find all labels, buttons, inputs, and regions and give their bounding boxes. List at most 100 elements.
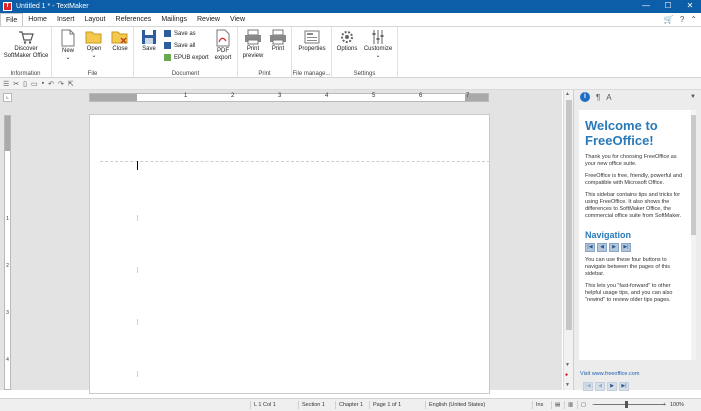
print-label: Print	[271, 46, 285, 52]
maximize-button[interactable]: ☐	[657, 0, 679, 13]
previous-page-icon[interactable]: ◀	[597, 243, 607, 252]
scroll-up-icon[interactable]: ▲	[565, 91, 570, 97]
text-boundary	[100, 161, 490, 162]
tab-file[interactable]: File	[0, 13, 24, 26]
new-doc-icon[interactable]: ▯	[23, 80, 27, 88]
properties-icon	[304, 30, 320, 44]
pdf-export-button[interactable]: PDF export	[212, 29, 234, 62]
shop-icon[interactable]: 🛒	[664, 15, 674, 24]
title-bar: T Untitled 1 * - TextMaker — ☐ ✕	[0, 0, 701, 13]
ruler-number: 1	[184, 93, 188, 99]
document-page[interactable]	[89, 114, 490, 394]
properties-button[interactable]: Properties	[296, 29, 328, 53]
sidebar-bottom-nav: |◀ ◀ ▶ ▶|	[583, 382, 629, 391]
next-page-icon[interactable]: ▼	[565, 382, 570, 388]
close-window-button[interactable]: ✕	[679, 0, 701, 13]
properties-label: Properties	[298, 46, 326, 52]
info-icon[interactable]: i	[580, 92, 590, 102]
previous-page-icon[interactable]: ◀	[595, 382, 605, 391]
horizontal-ruler[interactable]: 1 2 3 4 5 6 7	[89, 93, 489, 102]
normal-view-icon[interactable]: ▤	[551, 401, 563, 409]
save-as-label: Save as	[174, 30, 196, 37]
tab-stop-selector[interactable]: ⌞	[3, 93, 12, 102]
tab-review[interactable]: Review	[192, 13, 225, 26]
options-button[interactable]: Options	[336, 29, 358, 53]
quick-access-toolbar: ☰ ✂ ▯ ▭ ▪ ↶ ↷ ⇱	[0, 78, 701, 90]
textmaker-app-icon[interactable]: T	[3, 2, 12, 11]
margin-marker	[137, 319, 138, 325]
first-page-icon[interactable]: |◀	[583, 382, 593, 391]
ruler-left-margin	[90, 94, 137, 101]
print-preview-button[interactable]: Print preview	[241, 29, 265, 60]
outline-view-icon[interactable]: ▢	[577, 401, 589, 409]
chevron-down-icon: ⌄	[65, 55, 71, 61]
sidebar-menu-icon[interactable]: ▼	[690, 94, 696, 100]
new-button[interactable]: New ⌄	[58, 29, 78, 62]
print-button[interactable]: Print	[268, 29, 288, 53]
open-button[interactable]: Open ⌄	[83, 29, 105, 60]
zoom-level[interactable]: 100%	[667, 401, 697, 409]
chevron-down-icon: ⌄	[91, 53, 97, 59]
first-page-icon[interactable]: |◀	[585, 243, 595, 252]
last-page-icon[interactable]: ▶|	[621, 243, 631, 252]
next-page-icon[interactable]: ▶	[607, 382, 617, 391]
save-button[interactable]: Save	[139, 29, 159, 53]
tab-references[interactable]: References	[111, 13, 157, 26]
tab-mailings[interactable]: Mailings	[156, 13, 192, 26]
pdf-icon	[216, 29, 230, 47]
freeoffice-link[interactable]: Visit www.freeoffice.com	[580, 371, 639, 377]
group-file-manager: Properties File manage...	[292, 27, 332, 78]
status-chapter: Chapter 1	[335, 401, 367, 409]
paragraph-icon[interactable]: ¶	[596, 93, 600, 102]
tab-insert[interactable]: Insert	[52, 13, 80, 26]
save-all-button[interactable]: Save all	[164, 42, 195, 49]
character-format-icon[interactable]: A	[606, 93, 611, 102]
ribbon: Discover SoftMaker Office Information Ne…	[0, 27, 701, 78]
open-icon[interactable]: ▭	[31, 80, 38, 88]
margin-marker	[137, 215, 138, 221]
pointer-icon[interactable]: ⇱	[68, 80, 74, 88]
menu-icon[interactable]: ☰	[3, 80, 9, 88]
save-as-button[interactable]: Save as	[164, 30, 196, 37]
help-icon[interactable]: ?	[680, 15, 684, 24]
tab-layout[interactable]: Layout	[79, 13, 110, 26]
group-label-file-manager: File manage...	[292, 71, 331, 77]
zoom-slider[interactable]	[594, 404, 664, 405]
prev-object-icon[interactable]: ●	[565, 372, 568, 378]
vertical-scrollbar[interactable]: ▲ ▼ ● ▼	[563, 90, 573, 390]
collapse-ribbon-icon[interactable]: ⌃	[690, 15, 697, 24]
close-button[interactable]: Close	[109, 29, 131, 53]
next-page-icon[interactable]: ▶	[609, 243, 619, 252]
redo-icon[interactable]: ↷	[58, 80, 64, 88]
zoom-slider-thumb[interactable]	[625, 401, 628, 408]
epub-export-button[interactable]: EPUB export	[164, 54, 209, 61]
ruler-number: 1	[6, 216, 9, 222]
sidebar-paragraph: Thank you for choosing FreeOffice as you…	[585, 154, 677, 167]
minimize-button[interactable]: —	[635, 0, 657, 13]
ruler-number: 3	[278, 93, 282, 99]
last-page-icon[interactable]: ▶|	[619, 382, 629, 391]
save-icon[interactable]: ▪	[42, 80, 44, 87]
customize-button[interactable]: Customize ⌄	[362, 29, 394, 60]
sidebar-scrollbar[interactable]	[691, 110, 696, 360]
discover-softmaker-button[interactable]: Discover SoftMaker Office	[2, 29, 50, 60]
navigation-title: Navigation	[585, 230, 632, 240]
options-label: Options	[336, 46, 358, 52]
status-position: L 1 Col 1	[250, 401, 295, 409]
welcome-title: Welcome to FreeOffice!	[585, 118, 658, 148]
scrollbar-thumb[interactable]	[566, 100, 572, 330]
page-view-icon[interactable]: ▥	[564, 401, 576, 409]
new-document-icon	[61, 29, 75, 47]
scroll-down-icon[interactable]: ▼	[565, 362, 570, 368]
status-language[interactable]: English (United States)	[425, 401, 495, 409]
vertical-ruler[interactable]: 1 2 3 4	[4, 115, 11, 390]
ruler-number: 6	[419, 93, 423, 99]
cut-icon[interactable]: ✂	[13, 80, 19, 88]
tab-home[interactable]: Home	[23, 13, 52, 26]
sidebar-paragraph: FreeOffice is free, friendly, powerful a…	[585, 173, 683, 186]
undo-icon[interactable]: ↶	[48, 80, 54, 88]
tab-view[interactable]: View	[225, 13, 250, 26]
zoom-out-icon[interactable]: −	[589, 401, 597, 409]
sidebar-scroll-thumb[interactable]	[691, 115, 696, 235]
status-insert-mode[interactable]: Ins	[532, 401, 549, 409]
